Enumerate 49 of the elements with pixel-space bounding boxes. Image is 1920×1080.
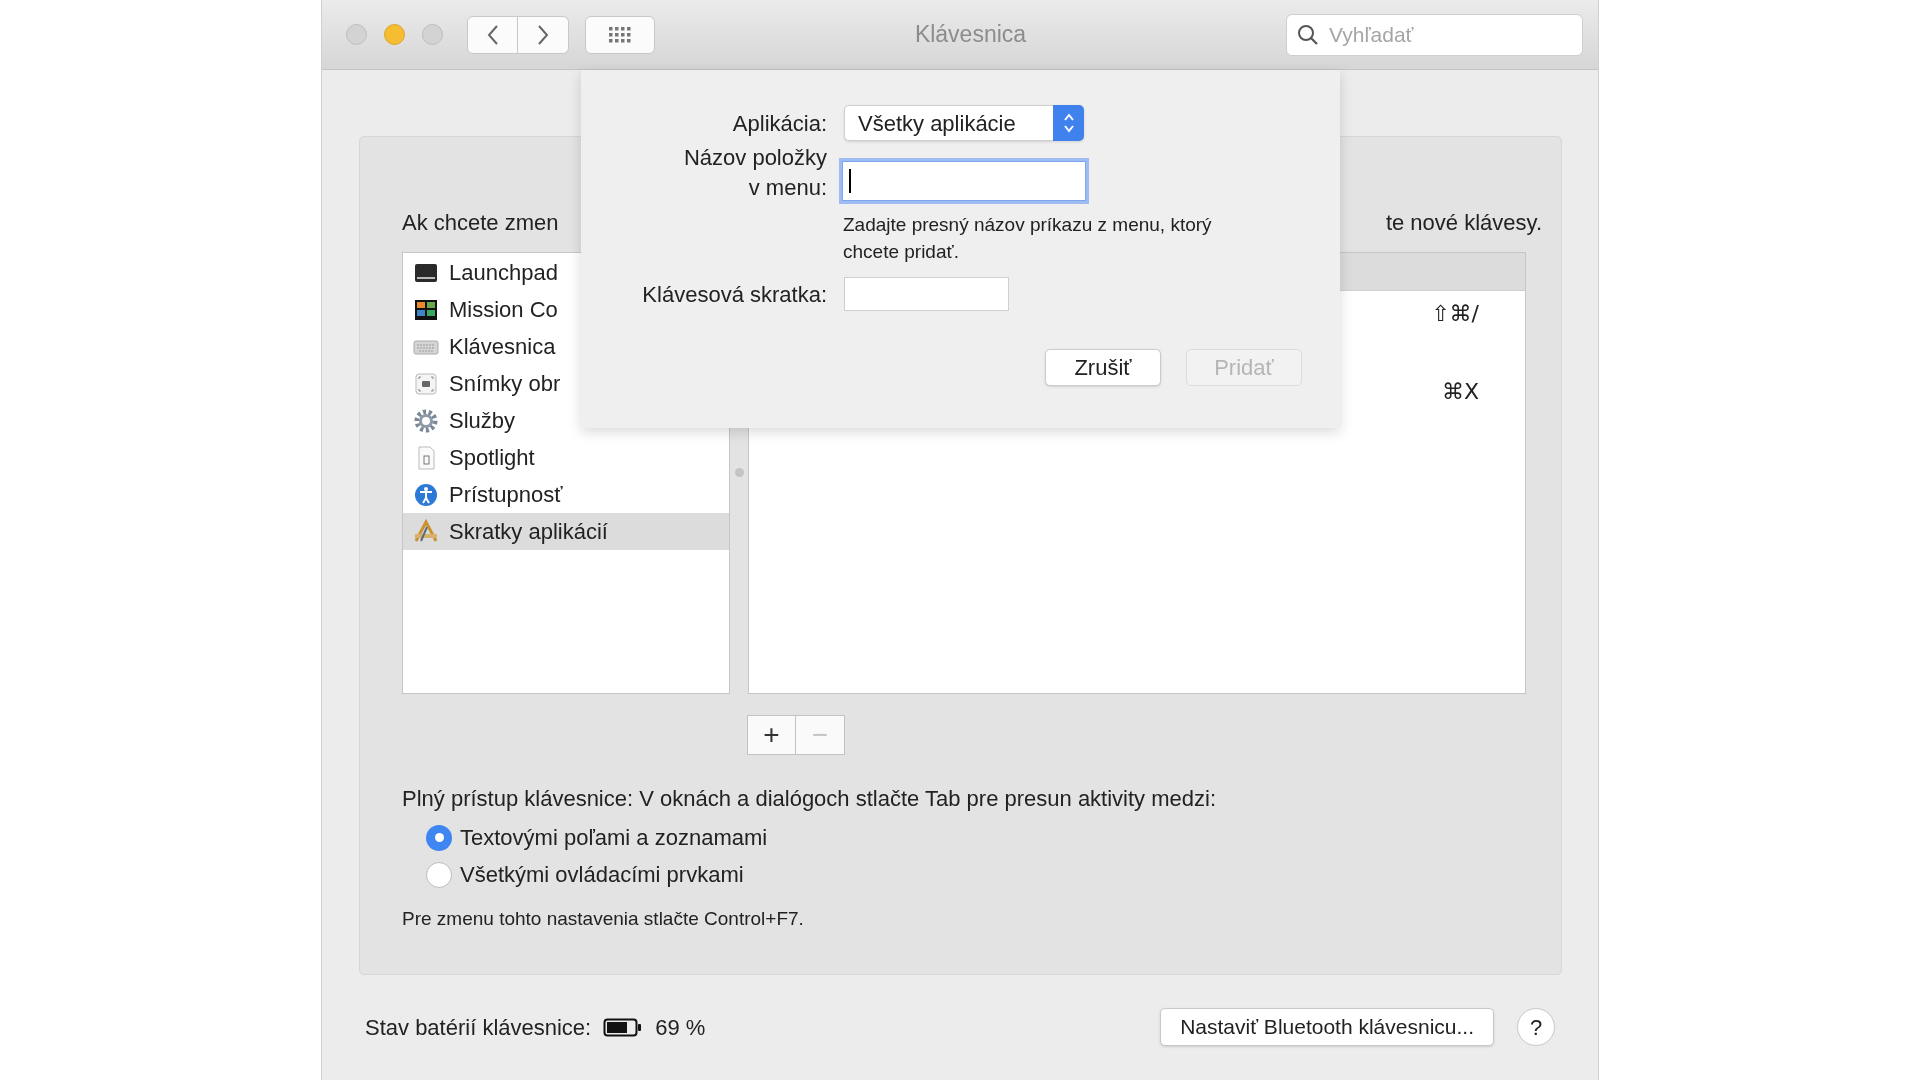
scroll-knob[interactable] <box>734 468 744 477</box>
hint-text: Pre zmenu tohto nastavenia stlačte Control+F7. <box>402 907 805 931</box>
back-button[interactable] <box>467 15 518 54</box>
field-label: Názov položky <box>682 144 827 172</box>
field-label: v menu: <box>747 174 827 202</box>
cancel-button[interactable]: Zrušiť <box>1045 349 1161 386</box>
app-popup[interactable]: Všetky aplikácie <box>844 105 1084 141</box>
text-caret <box>849 169 851 193</box>
full-access-label: Plný prístup klávesnice: V oknách a dialógoch stlačte Tab pre presun aktivity medzi: <box>402 785 1218 813</box>
back-icon <box>485 23 500 46</box>
gear-icon <box>413 407 439 434</box>
minimize-button[interactable] <box>384 24 405 45</box>
battery-icon <box>603 1016 644 1038</box>
screenshot-icon <box>413 370 439 397</box>
shortcut-cell-text: ⌘X <box>1441 377 1479 406</box>
instruction-text: Ak chcete zmen <box>402 209 559 237</box>
help-button[interactable]: ? <box>1517 1008 1555 1046</box>
zoom-button[interactable] <box>422 24 443 45</box>
search-icon <box>1297 23 1319 46</box>
search-field[interactable]: Vyhľadať <box>1286 13 1583 56</box>
add-button[interactable]: + <box>747 715 796 755</box>
close-button[interactable] <box>346 24 367 45</box>
field-label: Klávesová skratka: <box>641 280 827 309</box>
hint-text: Zadajte presný názov príkazu z menu, ktorý chcete pridať. <box>843 213 1213 264</box>
category-item[interactable]: Klávesnica <box>403 328 729 365</box>
category-item[interactable]: Snímky obr <box>403 365 729 402</box>
battery-label: Stav batérií klávesnice: <box>365 1013 592 1042</box>
field-label: Aplikácia: <box>731 109 827 138</box>
radio-label: Všetkými ovládacími prvkami <box>460 861 744 889</box>
category-item[interactable]: Skratky aplikácií <box>403 513 729 550</box>
radio-button[interactable] <box>426 824 452 851</box>
menu-item-field[interactable] <box>842 161 1086 201</box>
show-all-button[interactable] <box>585 15 655 54</box>
bluetooth-setup-button[interactable]: Nastaviť Bluetooth klávesnicu... <box>1160 1008 1494 1046</box>
forward-icon <box>536 23 550 46</box>
category-item[interactable]: Spotlight <box>403 439 729 476</box>
stepper-icon <box>1061 112 1076 134</box>
radio-label: Textovými poľami a zoznamami <box>460 824 768 852</box>
window-title: Klávesnica <box>913 20 1028 50</box>
radio-button[interactable] <box>426 861 452 888</box>
grid-icon <box>609 26 631 43</box>
battery-reading: 69 % <box>655 1013 706 1042</box>
instruction-text: te nové klávesy. <box>1385 209 1542 237</box>
accessibility-icon <box>413 481 439 508</box>
category-item[interactable]: Prístupnosť <box>403 476 729 513</box>
category-item[interactable]: Služby <box>403 402 729 439</box>
shortcut-field[interactable] <box>844 277 1009 311</box>
shortcut-cell-text: ⇧⌘/ <box>1431 299 1479 328</box>
forward-button[interactable] <box>518 15 569 54</box>
